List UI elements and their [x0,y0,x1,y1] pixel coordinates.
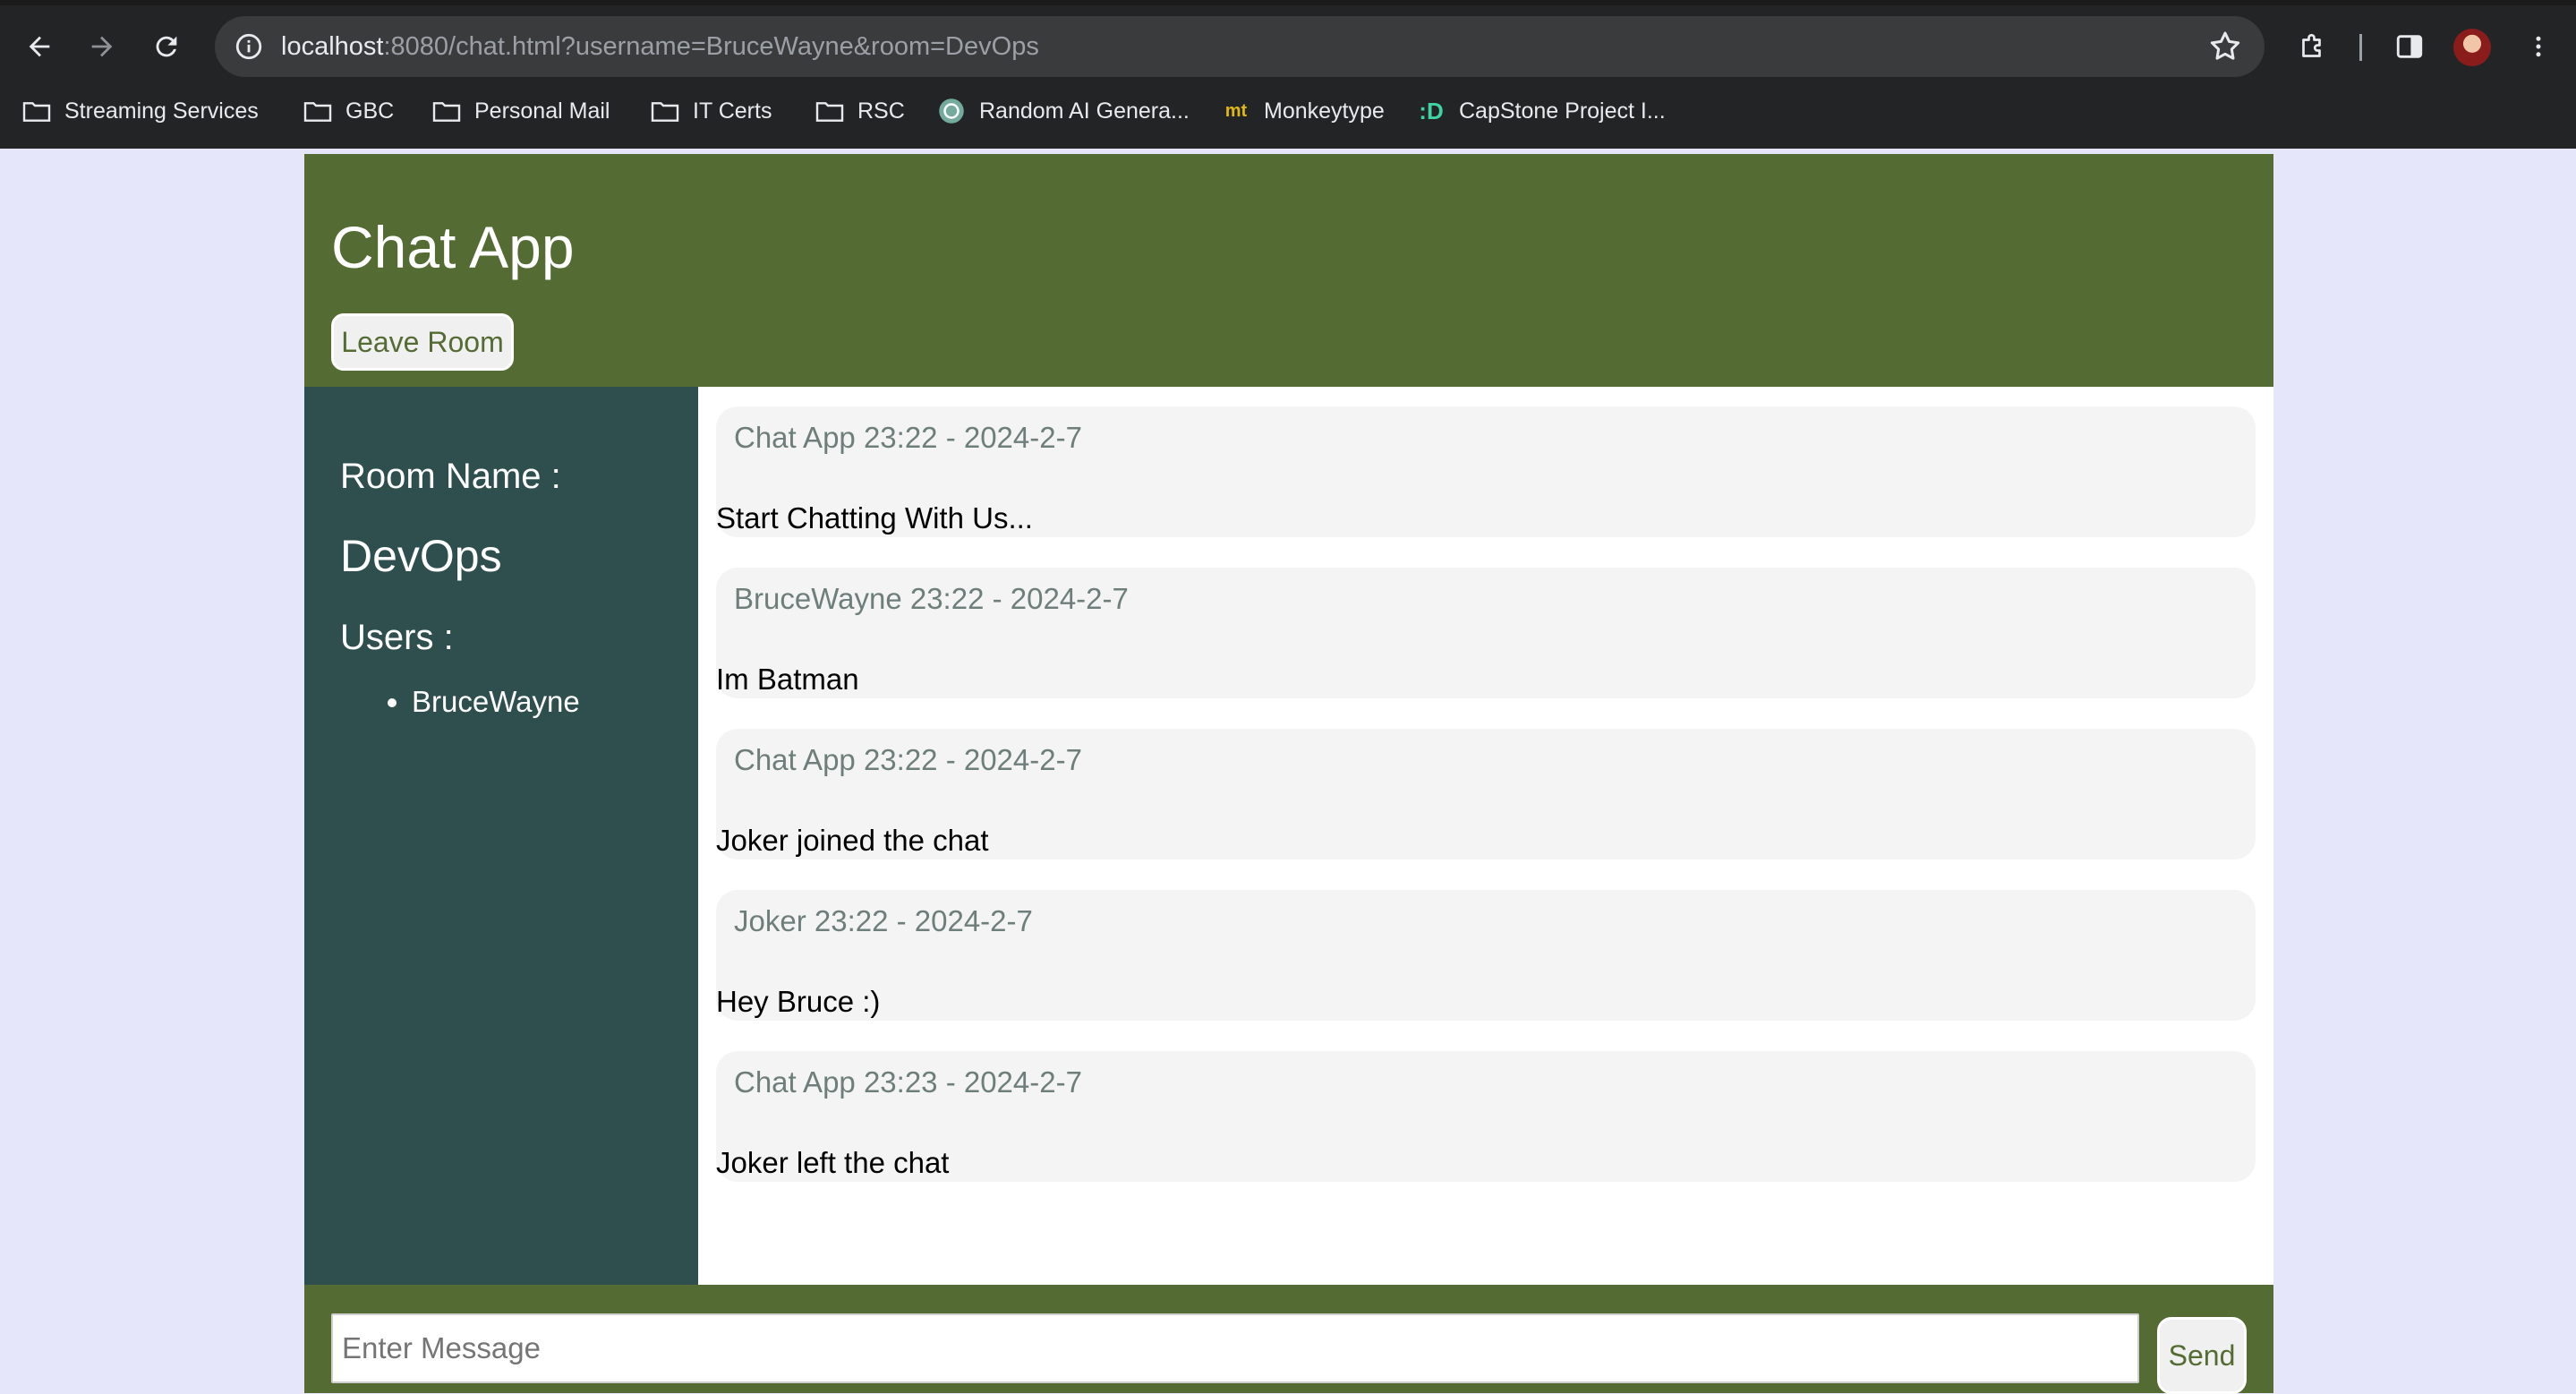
arrow-left-icon [29,36,50,57]
folder-icon [815,96,845,126]
message-meta: Chat App 23:22 - 2024-2-7 [734,421,1082,454]
message: Chat App 23:22 - 2024-2-7 Joker joined t… [716,729,2256,859]
back-button[interactable] [14,21,64,72]
side-panel-button[interactable] [2384,21,2435,72]
message-form: Send [304,1285,2273,1394]
message-text: Joker left the chat [716,1146,950,1179]
bookmark-monkeytype[interactable]: mt Monkeytype [1221,88,1385,134]
message-text: Start Chatting With Us... [716,501,1033,535]
message-meta: Chat App 23:23 - 2024-2-7 [734,1065,1082,1099]
chat-messages[interactable]: Chat App 23:22 - 2024-2-7 Start Chatting… [698,387,2273,1285]
chat-sidebar: Room Name : DevOps Users : BruceWayne [304,387,698,1285]
bookmark-label: GBC [345,98,395,124]
url-path: :8080/chat.html?username=BruceWayne&room… [383,32,1039,61]
kebab-menu-icon [2536,36,2541,57]
bookmark-label: Personal Mail [474,98,610,124]
browser-chrome: localhost:8080/chat.html?username=BruceW… [0,0,2576,149]
message-meta: Joker 23:22 - 2024-2-7 [734,904,1033,937]
bookmark-streaming-services[interactable]: Streaming Services [21,88,259,134]
chat-app: Chat App Leave Room Room Name : DevOps U… [304,154,2273,1394]
message-text: Joker joined the chat [716,824,989,857]
url-host: localhost [281,32,384,61]
bookmark-label: IT Certs [693,98,772,124]
reload-icon [156,36,177,57]
message-meta: Chat App 23:22 - 2024-2-7 [734,743,1082,776]
leave-room-button[interactable]: Leave Room [331,313,514,371]
user-item: BruceWayne [412,682,580,722]
message: BruceWayne 23:22 - 2024-2-7 Im Batman [716,568,2256,698]
bookmarks-bar: Streaming Services GBC Personal Mail IT … [0,88,2576,134]
bookmark-rsc[interactable]: RSC [815,88,905,134]
folder-icon [650,96,680,126]
extensions-button[interactable] [2288,21,2338,72]
folder-icon [431,96,462,126]
arrow-right-icon [91,36,113,57]
send-button[interactable]: Send [2157,1317,2247,1394]
toolbar-divider [2359,34,2362,61]
star-icon[interactable] [2207,29,2243,64]
message-text: Hey Bruce :) [716,985,881,1018]
monkeytype-icon: mt [1224,100,1248,121]
folder-icon [303,96,333,126]
bookmark-personal-mail[interactable]: Personal Mail [431,88,610,134]
message-input[interactable] [331,1313,2139,1383]
profile-avatar[interactable] [2453,29,2491,66]
bookmark-gbc[interactable]: GBC [303,88,394,134]
bookmark-label: Random AI Genera... [979,98,1190,124]
address-bar[interactable]: localhost:8080/chat.html?username=BruceW… [215,16,2265,77]
puzzle-icon [2302,33,2321,57]
room-name: DevOps [340,531,502,581]
app-title: Chat App [331,214,575,280]
room-name-label: Room Name : [340,457,561,496]
message-meta: BruceWayne 23:22 - 2024-2-7 [734,582,1129,615]
folder-icon [21,96,52,126]
message: Joker 23:22 - 2024-2-7 Hey Bruce :) [716,890,2256,1021]
bookmark-capstone[interactable]: :D CapStone Project I... [1416,88,1666,134]
users-list: BruceWayne [340,682,580,722]
bookmark-random-ai[interactable]: Random AI Genera... [936,88,1190,134]
users-label: Users : [340,618,454,657]
bookmark-label: RSC [857,98,905,124]
chat-header: Chat App Leave Room [304,154,2273,387]
message-text: Im Batman [716,663,859,696]
bookmark-it-certs[interactable]: IT Certs [650,88,772,134]
bookmark-label: Streaming Services [64,98,259,124]
bookmark-label: CapStone Project I... [1459,98,1666,124]
message: Chat App 23:22 - 2024-2-7 Start Chatting… [716,406,2256,537]
browser-menu-button[interactable] [2513,21,2563,72]
capstone-icon: :D [1419,97,1444,124]
site-info-icon[interactable] [229,27,269,66]
bookmark-label: Monkeytype [1264,98,1385,124]
forward-button[interactable] [77,21,127,72]
side-panel-icon [2396,35,2423,58]
browser-toolbar: localhost:8080/chat.html?username=BruceW… [0,5,2576,86]
message: Chat App 23:23 - 2024-2-7 Joker left the… [716,1051,2256,1182]
openai-icon [936,96,967,126]
reload-button[interactable] [141,21,192,72]
url-text: localhost:8080/chat.html?username=BruceW… [281,16,1039,77]
